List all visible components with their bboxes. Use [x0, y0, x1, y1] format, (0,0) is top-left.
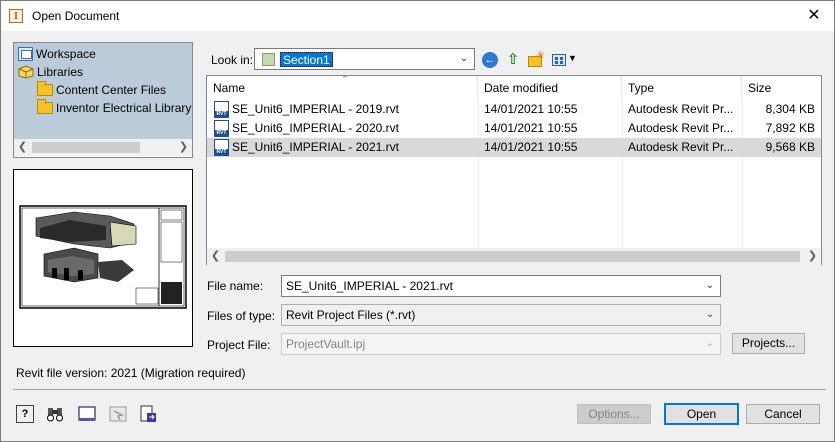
scroll-thumb[interactable]: [32, 142, 140, 153]
scroll-right-arrow-icon[interactable]: ❯: [804, 248, 821, 265]
find-icon[interactable]: [46, 405, 64, 423]
project-file-dropdown: ProjectVault.ipj ⌄: [281, 333, 721, 355]
sort-ascending-icon: ⌃: [341, 74, 349, 84]
help-icon[interactable]: ?: [16, 405, 34, 423]
export-icon[interactable]: [139, 405, 157, 423]
chevron-down-icon: ⌄: [705, 338, 715, 349]
file-size: 7,892 KB: [765, 121, 815, 135]
libraries-icon: [18, 65, 34, 79]
place-label: Inventor Electrical Library: [56, 101, 192, 115]
file-name: SE_Unit6_IMPERIAL - 2019.rvt: [232, 102, 399, 116]
place-content-center[interactable]: Content Center Files: [37, 81, 166, 99]
place-electrical-library[interactable]: Inventor Electrical Library: [37, 99, 191, 117]
file-date: 14/01/2021 10:55: [484, 140, 578, 154]
place-label: Workspace: [36, 47, 96, 61]
workspace-icon: [18, 47, 33, 61]
new-folder-icon[interactable]: ✳: [527, 50, 545, 69]
place-label: Content Center Files: [56, 83, 167, 97]
column-header-size[interactable]: Size: [742, 76, 821, 100]
folder-icon: [37, 81, 53, 96]
lookin-value: Section1: [280, 52, 333, 67]
file-date: 14/01/2021 10:55: [484, 102, 578, 116]
file-list-scrollbar[interactable]: ❮ ❯: [207, 248, 821, 265]
scroll-thumb[interactable]: [225, 251, 800, 262]
preview-icon[interactable]: [78, 405, 96, 423]
cancel-button[interactable]: Cancel: [746, 404, 820, 424]
scroll-left-arrow-icon[interactable]: ❮: [207, 248, 224, 265]
file-row[interactable]: SE_Unit6_IMPERIAL - 2019.rvt 14/01/2021 …: [207, 100, 821, 119]
title-bar: I Open Document ✕: [1, 1, 834, 31]
divider: [13, 389, 826, 390]
filetype-dropdown[interactable]: Revit Project Files (*.rvt) ⌄: [281, 304, 721, 326]
options-button: Options...: [577, 404, 651, 424]
scroll-right-arrow-icon[interactable]: ❯: [175, 139, 192, 156]
rvt-file-icon: [214, 120, 229, 137]
file-type: Autodesk Revit Pr...: [628, 102, 734, 116]
place-label: Libraries: [37, 65, 84, 79]
project-file-label: Project File:: [207, 338, 271, 352]
file-date: 14/01/2021 10:55: [484, 121, 578, 135]
column-header-name[interactable]: ⌃ Name: [207, 74, 478, 100]
drawing-thumbnail-image: [19, 205, 187, 309]
column-header-date[interactable]: Date modified: [478, 76, 622, 100]
rvt-file-icon: [214, 101, 229, 118]
file-row-selected[interactable]: SE_Unit6_IMPERIAL - 2021.rvt 14/01/2021 …: [207, 138, 821, 157]
place-workspace[interactable]: Workspace: [18, 45, 96, 63]
lookin-label: Look in:: [211, 53, 254, 67]
file-size: 9,568 KB: [765, 140, 815, 154]
projects-button[interactable]: Projects...: [732, 333, 805, 354]
app-icon: I: [9, 9, 23, 23]
scroll-left-arrow-icon[interactable]: ❮: [14, 139, 31, 156]
column-header-type[interactable]: Type: [622, 76, 742, 100]
filename-label: File name:: [207, 279, 264, 293]
file-type: Autodesk Revit Pr...: [628, 140, 734, 154]
places-scrollbar[interactable]: ❮ ❯: [14, 139, 192, 156]
window-title: Open Document: [32, 9, 120, 23]
revit-version-text: Revit file version: 2021 (Migration requ…: [16, 366, 246, 380]
open-document-dialog: I Open Document ✕ Workspace Libraries Co…: [0, 0, 835, 442]
options-icon: [109, 405, 127, 423]
up-folder-icon[interactable]: ⇧: [504, 51, 522, 69]
file-list[interactable]: ⌃ Name Date modified Type Size SE_Unit6_…: [206, 74, 822, 265]
back-icon[interactable]: ←: [482, 52, 498, 68]
file-type: Autodesk Revit Pr...: [628, 121, 734, 135]
folder-icon: [37, 99, 53, 114]
close-button[interactable]: ✕: [796, 3, 832, 29]
chevron-down-icon[interactable]: ⌄: [457, 52, 471, 66]
file-name: SE_Unit6_IMPERIAL - 2021.rvt: [232, 140, 399, 154]
folder-icon: [262, 53, 275, 66]
places-pane: Workspace Libraries Content Center Files…: [13, 42, 193, 158]
open-button[interactable]: Open: [664, 403, 739, 425]
places-list: Workspace Libraries Content Center Files…: [14, 43, 192, 139]
place-libraries[interactable]: Libraries: [18, 63, 83, 81]
filename-input[interactable]: SE_Unit6_IMPERIAL - 2021.rvt ⌄: [281, 275, 721, 297]
chevron-down-icon[interactable]: ⌄: [703, 308, 717, 322]
filetype-label: Files of type:: [207, 309, 276, 323]
thumbnail-preview: [13, 169, 193, 347]
lookin-dropdown[interactable]: Section1 ⌄: [254, 48, 475, 70]
file-row[interactable]: SE_Unit6_IMPERIAL - 2020.rvt 14/01/2021 …: [207, 119, 821, 138]
file-name: SE_Unit6_IMPERIAL - 2020.rvt: [232, 121, 399, 135]
view-menu-icon[interactable]: ▼: [551, 51, 577, 69]
rvt-file-icon: [214, 139, 229, 156]
chevron-down-icon[interactable]: ⌄: [703, 279, 717, 293]
file-size: 8,304 KB: [765, 102, 815, 116]
